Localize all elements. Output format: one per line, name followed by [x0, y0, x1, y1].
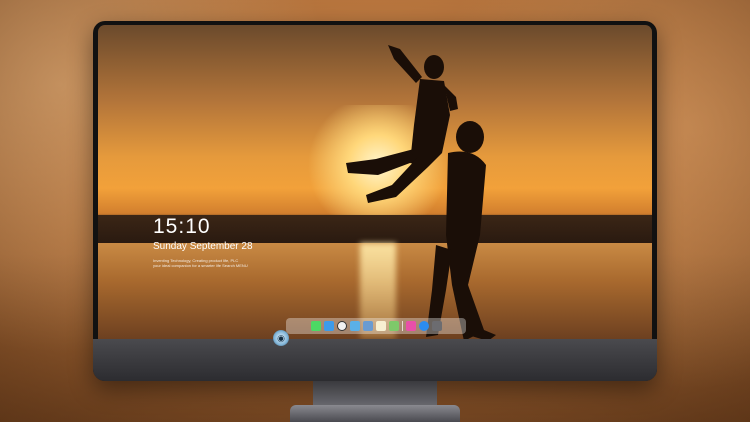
monitor: 15:10 Sunday September 28 Inventing Tech… [93, 21, 657, 381]
messages-icon[interactable] [310, 321, 321, 331]
screen-wallpaper: 15:10 Sunday September 28 Inventing Tech… [98, 25, 652, 339]
monitor-stand-base [290, 405, 460, 422]
clock-icon[interactable] [336, 321, 347, 331]
app-store-icon[interactable] [418, 321, 429, 331]
dock [286, 318, 466, 334]
finder-icon[interactable] [349, 321, 360, 331]
brand-logo-icon: ◉ [273, 330, 289, 346]
photos-icon[interactable] [388, 321, 399, 331]
music-icon[interactable] [405, 321, 416, 331]
lock-screen-time: 15:10 [153, 215, 211, 238]
caption-line: your ideal companion for a smarter life … [153, 263, 248, 268]
dock-separator [401, 321, 403, 331]
couple-silhouette [346, 45, 496, 339]
notes-icon[interactable] [375, 321, 386, 331]
weather-icon[interactable] [323, 321, 334, 331]
lock-screen-caption: Inventing Technology, Creating product l… [153, 258, 263, 268]
lock-screen-date: Sunday September 28 [153, 241, 253, 252]
camera-icon[interactable] [431, 321, 442, 331]
clapper-icon[interactable] [362, 321, 373, 331]
monitor-chin [93, 339, 657, 381]
